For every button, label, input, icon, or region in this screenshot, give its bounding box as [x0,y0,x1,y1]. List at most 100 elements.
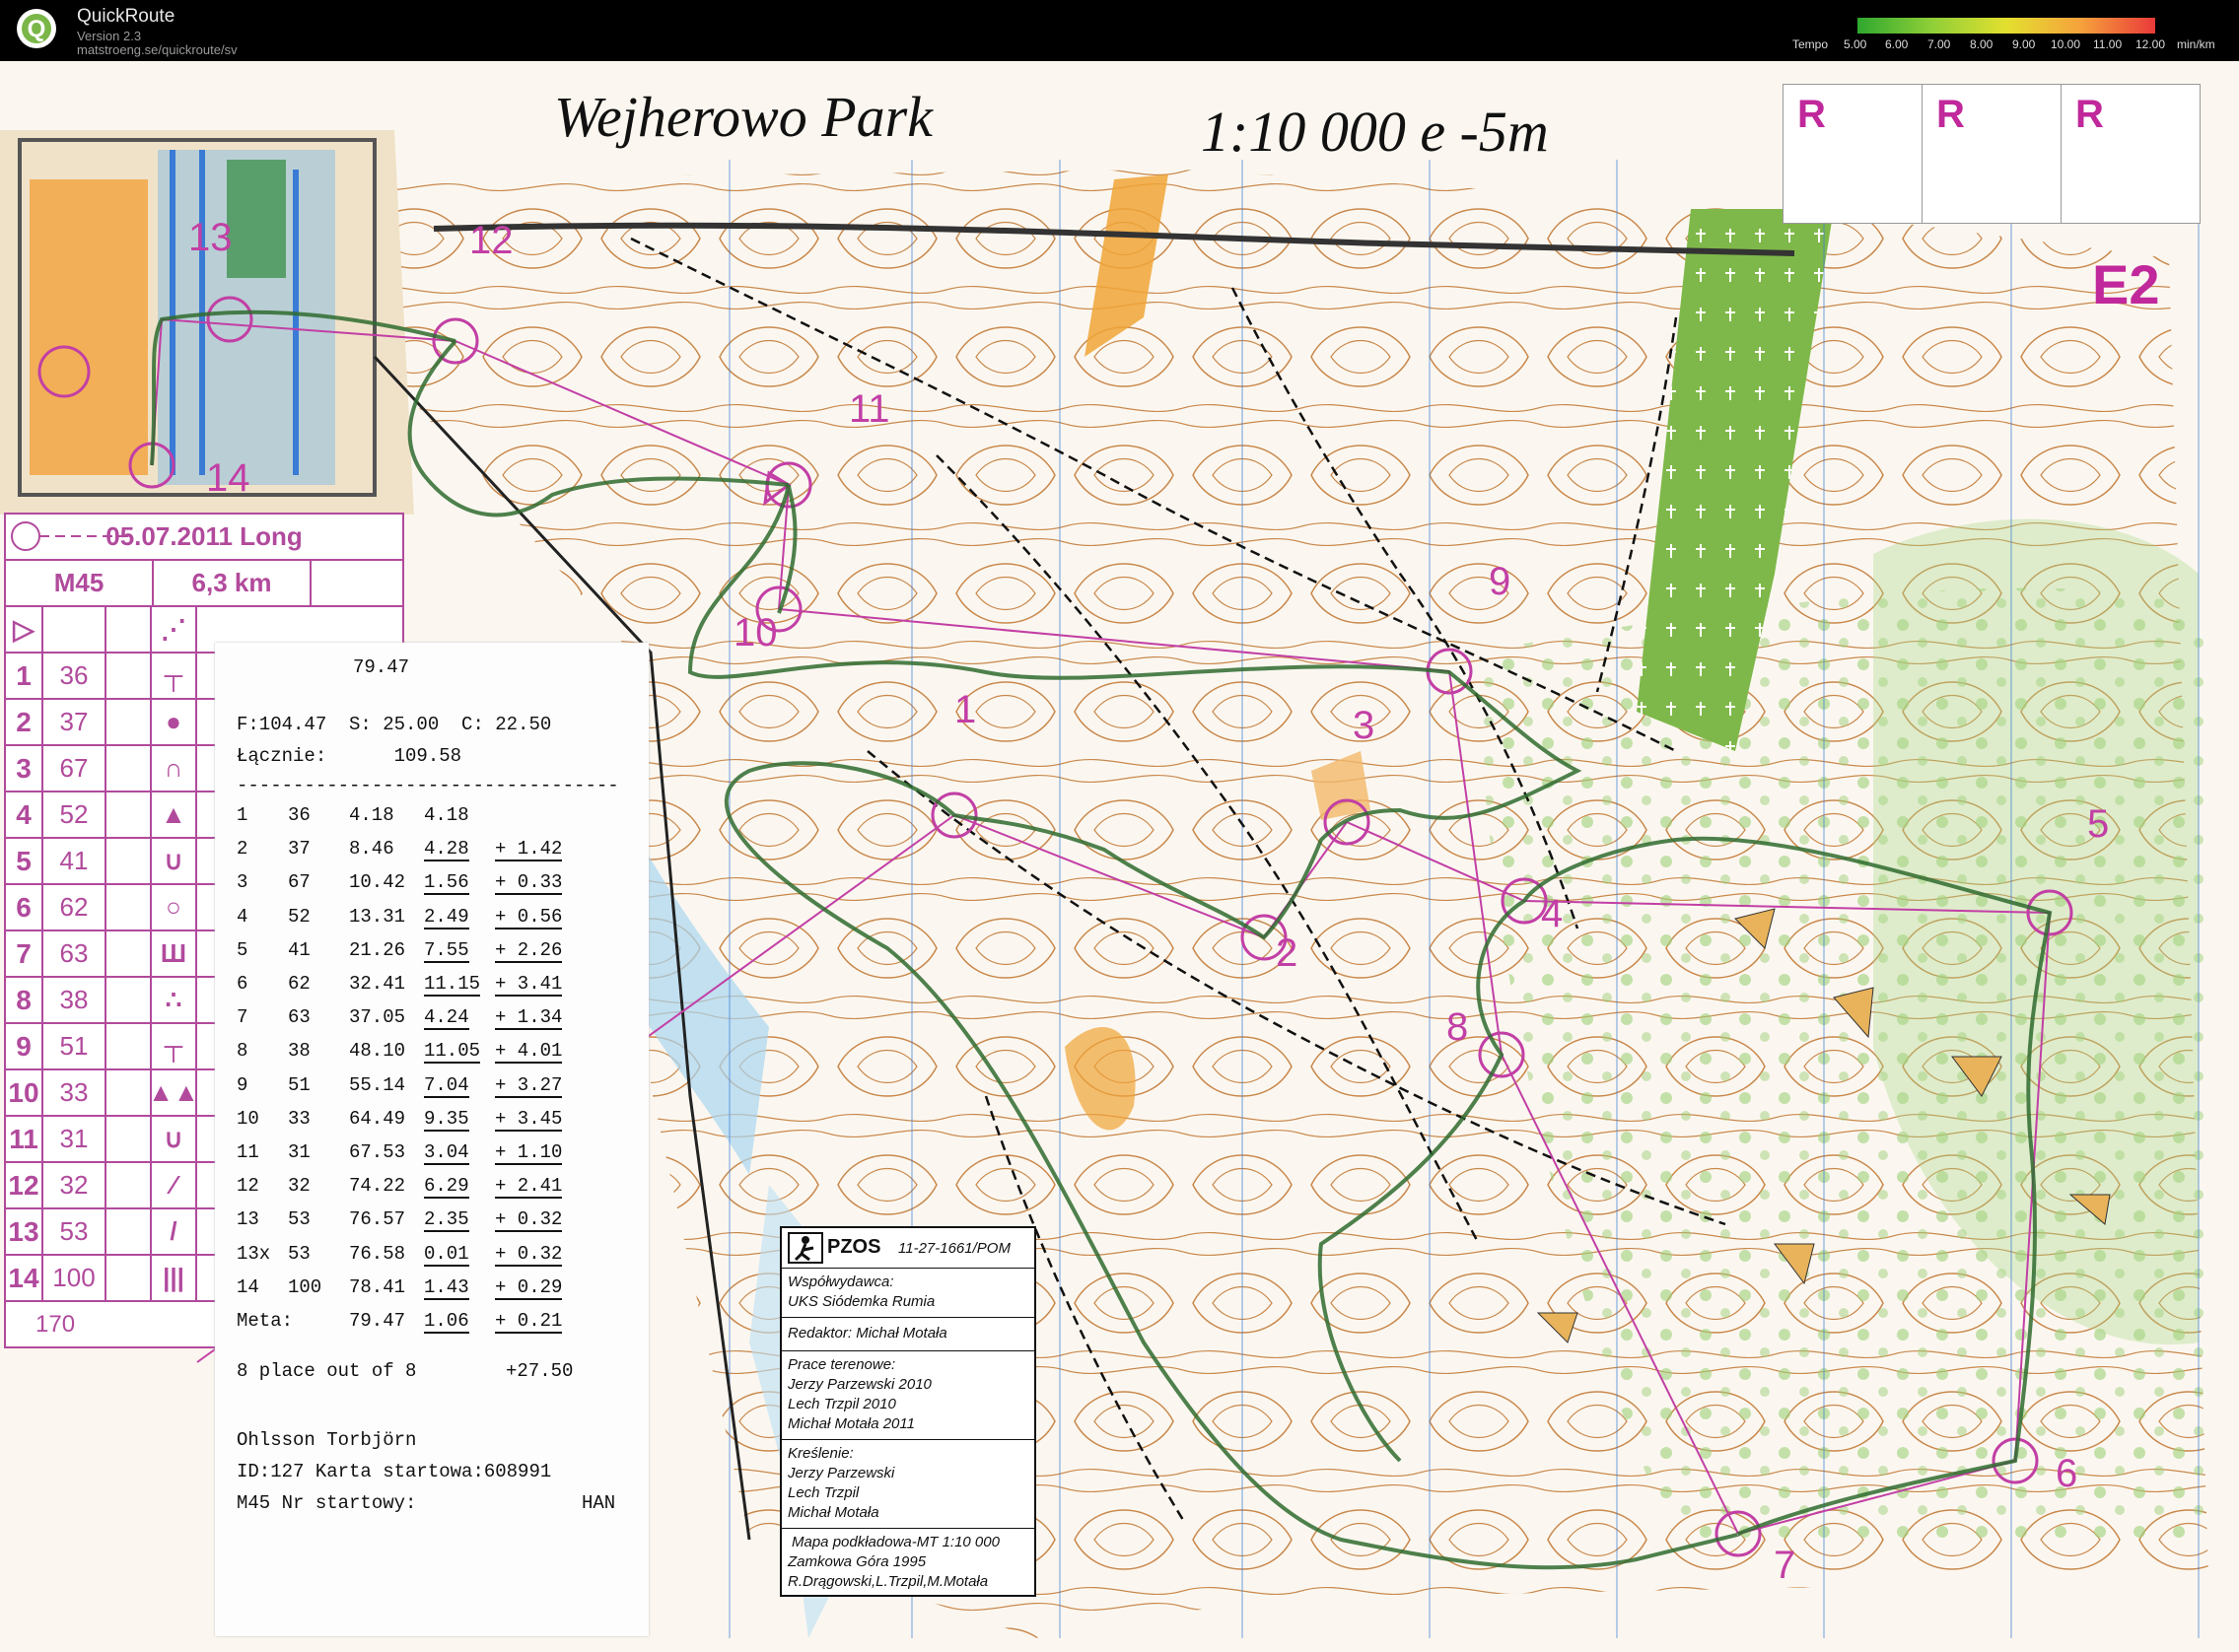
split-row: 13x 53 76.58 0.01 + 0.32 [237,1243,631,1274]
description-empty-cell [106,931,152,976]
imprint-basemap: Mapa podkładowa-MT 1:10 000 [792,1534,1000,1550]
description-control-number: 9 [6,1024,43,1068]
split-code: 63 [288,1006,311,1029]
split-cumulative: 55.14 [349,1073,406,1096]
split-row: 12 32 74.22 6.29 + 2.41 [237,1175,631,1206]
description-empty-cell [106,1024,152,1068]
control-number-14: 14 [206,456,250,500]
split-time: 7.55 [424,938,469,963]
description-control-code: 32 [43,1163,106,1207]
split-loss: + 3.27 [495,1073,563,1098]
app-toolbar: Q QuickRoute Version 2.3 matstroeng.se/q… [0,0,2239,61]
split-time: 11.05 [424,1040,481,1065]
control-number-12: 12 [469,219,514,262]
split-number: 10 [237,1107,259,1130]
split-row: 11 31 67.53 3.04 + 1.10 [237,1141,631,1173]
split-code: 67 [288,871,311,894]
imprint-drawing-line: Lech Trzpil [788,1484,860,1501]
description-control-number: 12 [6,1163,43,1207]
tempo-tick: 7.00 [1927,37,1951,51]
control-number-9: 9 [1489,560,1511,603]
split-number: 13x [237,1242,271,1265]
tempo-tick: 5.00 [1844,37,1867,51]
map-scale: 1:10 000 e -5m [1201,100,1549,164]
split-row: Meta: 79.47 1.06 + 0.21 [237,1310,631,1342]
tempo-tick: 11.00 [2093,37,2123,51]
split-number: 12 [237,1175,259,1198]
split-number: 2 [237,838,248,860]
split-cumulative: 78.41 [349,1275,406,1298]
description-length: 6,3 km [154,561,312,605]
description-control-code: 62 [43,885,106,929]
split-time: 4.18 [424,804,469,826]
finish-arrow-icon [11,521,134,551]
split-time: 0.01 [424,1242,469,1267]
split-time: 7.04 [424,1073,469,1098]
split-cumulative: 13.31 [349,905,406,928]
printout-card: ID:127 Karta startowa:608991 [237,1461,552,1482]
imprint-fieldwork-line: Michał Motała 2011 [788,1415,915,1432]
description-empty-cell [106,1209,152,1254]
split-code: 41 [288,938,311,961]
split-loss: + 3.45 [495,1107,563,1132]
description-control-code: 38 [43,978,106,1022]
split-loss: + 0.56 [495,905,563,929]
control-number-5: 5 [2087,802,2110,846]
split-code: 100 [288,1275,322,1298]
description-control-number: 14 [6,1256,43,1300]
description-empty-cell [106,792,152,837]
description-control-number: 4 [6,792,43,837]
split-row: 5 41 21.26 7.55 + 2.26 [237,939,631,971]
path-dotted-icon: ⋰ [152,607,197,652]
split-loss: + 4.01 [495,1040,563,1065]
split-cumulative: 74.22 [349,1175,406,1198]
imprint-license: 11-27-1661/POM [898,1240,1011,1257]
description-control-code: 67 [43,746,106,791]
printout-runner-name: Ohlsson Torbjörn [237,1429,417,1451]
control-number-11: 11 [849,387,890,431]
quickroute-logo-icon: Q [17,9,56,48]
split-loss: + 0.32 [495,1208,563,1233]
split-number: 14 [237,1275,259,1298]
description-control-number: 7 [6,931,43,976]
tempo-unit: min/km [2177,37,2215,51]
imprint-drawing-line: Jerzy Parzewski [788,1465,895,1481]
description-control-number: 11 [6,1117,43,1161]
course-code: E2 [2092,253,2160,315]
tempo-label: Tempo [1792,37,1829,51]
split-number: 5 [237,938,248,961]
description-control-code: 53 [43,1209,106,1254]
split-code: 38 [288,1040,311,1063]
description-control-code: 31 [43,1117,106,1161]
description-feature-icon: ∩ [152,746,197,791]
split-loss: + 0.32 [495,1242,563,1267]
app-url[interactable]: matstroeng.se/quickroute/sv [77,42,238,57]
imprint-fieldwork-line: Lech Trzpil 2010 [788,1396,896,1412]
split-code: 51 [288,1073,311,1096]
control-number-2: 2 [1276,931,1298,975]
description-control-code: 100 [43,1256,106,1300]
split-cumulative: 37.05 [349,1006,406,1029]
split-cumulative: 10.42 [349,871,406,894]
description-control-code: 52 [43,792,106,837]
description-empty-cell [106,978,152,1022]
split-row: 7 63 37.05 4.24 + 1.34 [237,1006,631,1038]
imprint-basemap-source: Zamkowa Góra 1995 [788,1553,927,1570]
split-printout: 79.47 F:104.47 S: 25.00 C: 22.50 Łącznie… [215,643,649,1636]
split-cumulative: 64.49 [349,1107,406,1130]
split-time: 6.29 [424,1175,469,1200]
description-empty-cell [106,1117,152,1161]
printout-fsc: F:104.47 S: 25.00 C: 22.50 [237,714,552,735]
tempo-tick: 10.00 [2051,37,2081,51]
description-control-code: 33 [43,1070,106,1115]
tempo-tick: 9.00 [2012,37,2036,51]
control-number-6: 6 [2056,1452,2078,1495]
printout-behind: +27.50 [506,1360,574,1382]
map-imprint: PZOS 11-27-1661/POM Współwydawca: UKS Si… [780,1226,1036,1597]
split-row: 1 36 4.18 4.18 [237,804,631,836]
control-number-1: 1 [954,688,977,731]
tempo-tick: 12.00 [2135,37,2166,51]
tempo-tick: 8.00 [1970,37,1994,51]
split-number: 6 [237,973,248,995]
split-code: 53 [288,1208,311,1231]
